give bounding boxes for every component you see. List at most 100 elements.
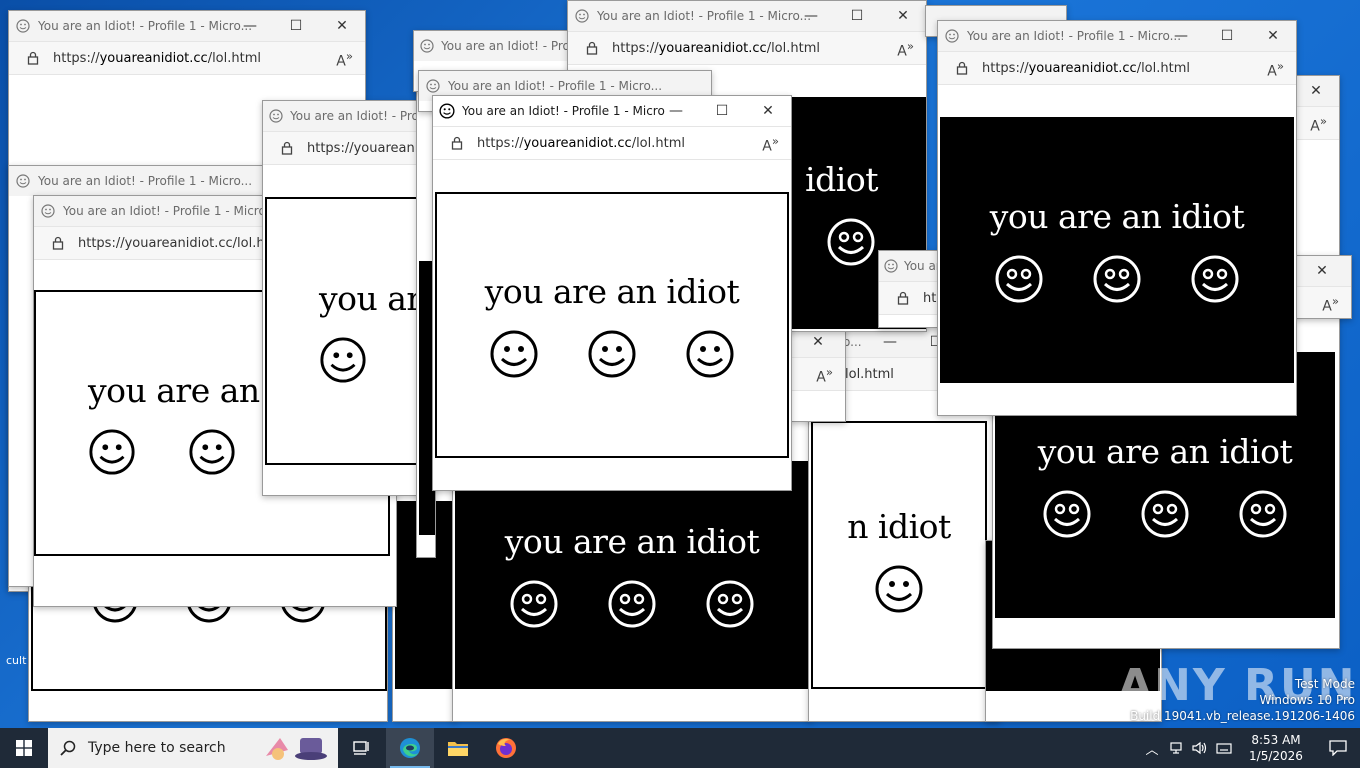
read-aloud-icon[interactable]: A» <box>1310 114 1327 135</box>
file-explorer-taskbar-button[interactable] <box>434 728 482 768</box>
title-bar[interactable]: You are an Idiot! - Profile <box>263 101 423 131</box>
popup-window[interactable]: ✕ A» <box>1292 255 1352 319</box>
address-bar[interactable]: https://youareanidiot.cc/lol.html A» <box>568 31 926 65</box>
volume-icon[interactable] <box>1188 741 1212 755</box>
minimize-button[interactable]: — <box>788 1 834 31</box>
desktop: cult You are an Idiot! - Profile 1 - Mic… <box>0 0 1360 728</box>
close-button[interactable]: ✕ <box>880 1 926 31</box>
minimize-button[interactable]: — <box>227 11 273 41</box>
window-title: You are an Idiot! - Profile 1 - Micro... <box>597 9 812 23</box>
smiley-face-icon <box>1042 489 1092 539</box>
title-bar[interactable]: You are an Idiot! - Profile <box>414 31 574 61</box>
url-text[interactable]: ht <box>923 291 936 306</box>
taskbar-search-box[interactable]: Type here to search <box>48 728 338 768</box>
smiley-face-icon <box>685 329 735 379</box>
window-title: You are an Idiot! - Profile <box>441 39 574 53</box>
maximize-button[interactable]: ☐ <box>699 96 745 126</box>
firefox-taskbar-button[interactable] <box>482 728 530 768</box>
url-host: youareanidiot.cc <box>523 135 632 151</box>
message-text: idiot <box>805 159 878 199</box>
smiley-face-icon <box>319 336 367 384</box>
maximize-button[interactable]: ☐ <box>273 11 319 41</box>
close-button[interactable]: ✕ <box>1250 21 1296 51</box>
message-text: you are an idiot <box>1037 431 1293 471</box>
url-prefix: https:// <box>53 50 100 66</box>
smiley-face-icon <box>994 254 1044 304</box>
url-text[interactable]: https://youareanidiot.cc/lol.html <box>53 51 261 66</box>
close-button[interactable]: ✕ <box>1293 256 1351 286</box>
smiley-face-icon <box>1190 254 1240 304</box>
url-text[interactable]: https://youareanidiot.cc/lol.html <box>982 61 1190 76</box>
lock-icon <box>578 41 606 55</box>
address-bar[interactable]: https://youareanidiot.cc/lol.html A» <box>9 41 365 75</box>
url-path: /lol.html <box>1136 60 1190 76</box>
maximize-button[interactable]: ☐ <box>1204 21 1250 51</box>
smiley-face-icon <box>705 579 755 629</box>
popup-window[interactable]: You are an Idiot! - Profile 1 - Micro...… <box>937 20 1297 416</box>
address-bar[interactable]: https://youareanidiot.cc/lol.html A» <box>433 126 791 160</box>
watermark-line: Test Mode <box>1294 677 1355 691</box>
notification-center-icon[interactable] <box>1316 740 1360 756</box>
read-aloud-icon[interactable]: A» <box>336 49 353 70</box>
title-bar[interactable]: You are an Idiot! - Profile 1 - Micro... <box>9 166 265 196</box>
task-view-button[interactable] <box>338 728 386 768</box>
title-bar[interactable]: You are an Idiot! - Profile 1 - Micro...… <box>938 21 1296 51</box>
window-title: You are an Idiot! - Profile 1 - Micro <box>462 104 665 118</box>
read-aloud-icon[interactable]: A» <box>762 134 779 155</box>
smiley-favicon-icon <box>13 16 33 36</box>
address-bar[interactable]: A» <box>1293 286 1351 318</box>
title-bar[interactable]: You are an Idiot! - Profile 1 - Micro — … <box>433 96 791 126</box>
search-placeholder: Type here to search <box>88 740 226 756</box>
start-button[interactable] <box>0 728 48 768</box>
address-bar[interactable]: https://youareanidiot.cc/lol.html A» <box>938 51 1296 85</box>
title-bar[interactable]: ✕ <box>1293 256 1351 286</box>
close-button[interactable]: ✕ <box>319 11 365 41</box>
read-aloud-icon[interactable]: A» <box>1267 59 1284 80</box>
edge-taskbar-button[interactable] <box>386 728 434 768</box>
maximize-button[interactable]: ☐ <box>834 1 880 31</box>
chevron-up-icon[interactable]: ︿ <box>1140 739 1164 758</box>
test-mode-watermark: Test Mode Windows 10 Pro Build 19041.vb_… <box>1130 676 1355 724</box>
address-bar[interactable]: A» <box>791 357 845 391</box>
address-bar[interactable]: ht <box>879 281 939 315</box>
popup-window[interactable]: ✕ A» <box>790 326 846 422</box>
address-bar[interactable]: https://youareani <box>263 131 423 165</box>
window-title: You are an Idiot! - Profile 1 - Micro... <box>38 19 253 33</box>
keyboard-icon[interactable] <box>1212 741 1236 755</box>
read-aloud-icon[interactable]: A» <box>897 39 914 60</box>
message-panel: you are an idiot <box>435 192 789 458</box>
title-bar[interactable]: You are an Idiot! - Profile 1 - Micro...… <box>9 11 365 41</box>
url-text[interactable]: https://youareani <box>307 141 418 156</box>
popup-window[interactable]: You are ht <box>878 250 940 328</box>
title-bar[interactable]: You are an Idiot! - Profile 1 - Micro...… <box>568 1 926 31</box>
smiley-favicon-icon <box>572 6 592 26</box>
minimize-button[interactable]: — <box>653 96 699 126</box>
message-text: you are an idiot <box>989 196 1245 236</box>
network-icon[interactable] <box>1164 741 1188 755</box>
popup-window[interactable]: You are an Idiot! - Profile https://youa… <box>262 100 424 496</box>
read-aloud-icon[interactable]: A» <box>816 365 833 386</box>
popup-window-active[interactable]: You are an Idiot! - Profile 1 - Micro — … <box>432 95 792 491</box>
smiley-favicon-icon <box>437 101 457 121</box>
url-text[interactable]: https://youareanidiot.cc/lol.ht <box>78 236 270 251</box>
read-aloud-icon[interactable]: A» <box>1322 294 1339 315</box>
edge-icon <box>400 738 420 758</box>
url-text[interactable]: lol.html <box>845 367 894 382</box>
watermark-line: Windows 10 Pro <box>1259 693 1355 707</box>
url-text[interactable]: https://youareanidiot.cc/lol.html <box>477 136 685 151</box>
lock-icon <box>889 291 917 305</box>
title-bar[interactable]: You are <box>879 251 939 281</box>
window-title: You are <box>903 259 939 273</box>
smiley-face-icon <box>1140 489 1190 539</box>
windows-logo-icon <box>16 740 32 756</box>
url-prefix: https:// <box>612 40 659 56</box>
minimize-button[interactable]: — <box>1158 21 1204 51</box>
smiley-favicon-icon <box>942 26 962 46</box>
url-text[interactable]: https://youareanidiot.cc/lol.html <box>612 41 820 56</box>
close-button[interactable]: ✕ <box>745 96 791 126</box>
lock-icon <box>443 136 471 150</box>
close-button[interactable]: ✕ <box>1293 76 1339 106</box>
url-path: /lol.html <box>766 40 820 56</box>
window-title: You are an Idiot! - Profile 1 - Micro... <box>967 29 1182 43</box>
taskbar-clock[interactable]: 8:53 AM 1/5/2026 <box>1236 732 1316 764</box>
